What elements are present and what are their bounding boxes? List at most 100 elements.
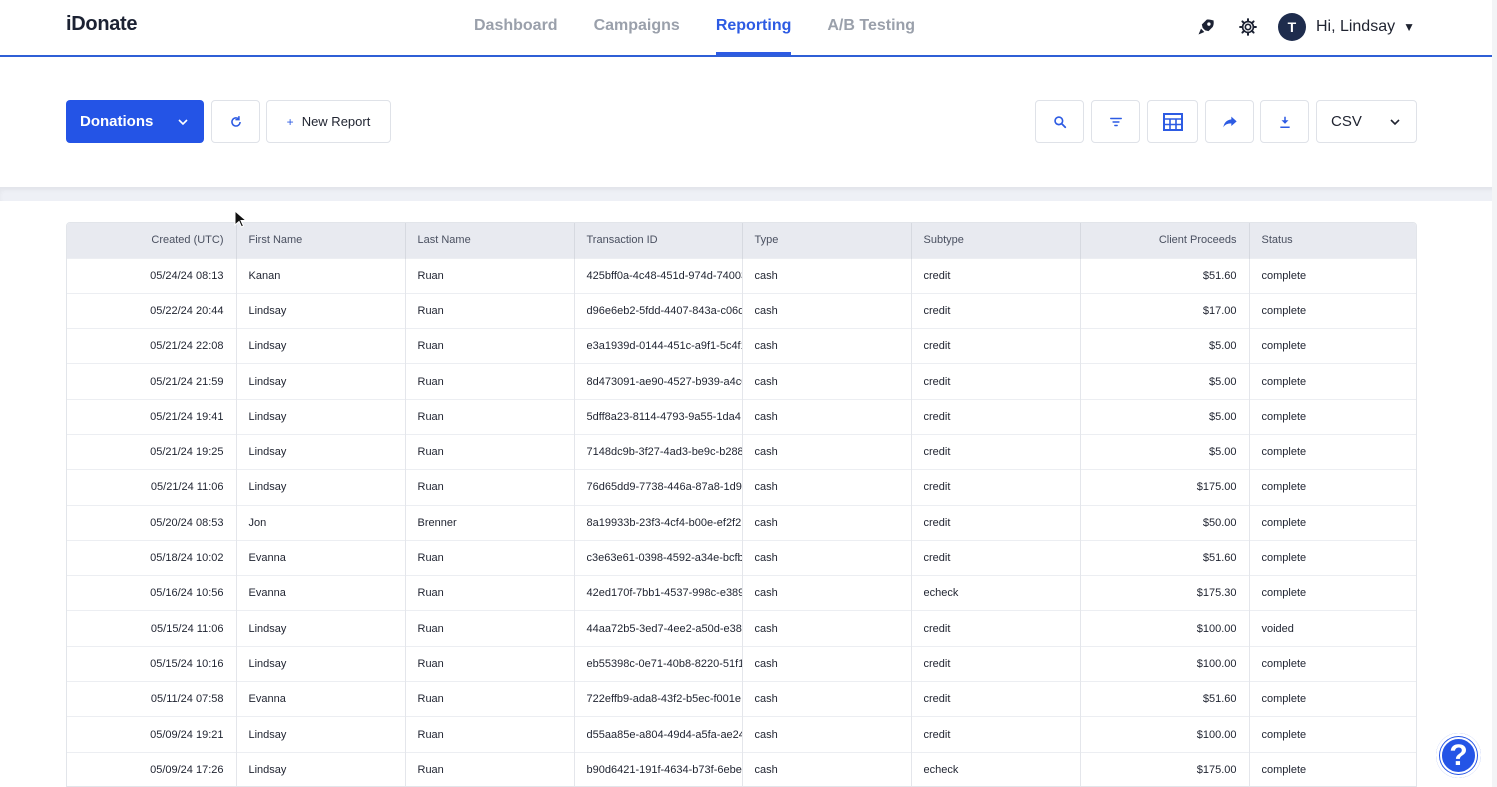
cell-status: complete	[1249, 716, 1416, 753]
table-row[interactable]: 05/16/24 10:56 Evanna Ruan 42ed170f-7bb1-45…	[67, 575, 1416, 611]
cell-type: cash	[742, 433, 912, 470]
mouse-pointer-icon	[234, 210, 246, 228]
cell-status: complete	[1249, 645, 1416, 682]
table-row[interactable]: 05/20/24 08:53 Jon Brenner 8a19933b-23f3-4c…	[67, 504, 1416, 541]
table-row[interactable]: 05/09/24 17:26 Lindsay Ruan b90d6421-191f-4…	[67, 751, 1416, 786]
cell-type: cash	[742, 575, 912, 611]
table-row[interactable]: 05/21/24 22:08 Lindsay Ruan e3a1939d-0144-4…	[67, 328, 1416, 364]
search-icon	[1053, 115, 1066, 128]
table-row[interactable]: 05/21/24 11:06 Lindsay Ruan 76d65dd9-7738-4…	[67, 469, 1416, 506]
download-icon	[1279, 116, 1290, 128]
cell-created: 05/22/24 20:44	[67, 292, 237, 329]
cell-client-proceeds: $100.00	[1080, 610, 1250, 647]
cell-subtype: credit	[911, 681, 1081, 717]
cell-first-name: Lindsay	[236, 292, 406, 329]
cell-type: cash	[742, 257, 912, 294]
cell-type: cash	[742, 398, 912, 435]
filter-icon	[1109, 117, 1122, 126]
column-header-transaction-id[interactable]: Transaction ID	[574, 223, 743, 258]
column-header-last-name[interactable]: Last Name	[405, 223, 575, 258]
report-type-dropdown[interactable]: Donations	[66, 100, 204, 143]
caret-down-icon: ▼	[1403, 20, 1415, 34]
table-row[interactable]: 05/15/24 11:06 Lindsay Ruan 44aa72b5-3ed7-4…	[67, 610, 1416, 647]
column-header-type[interactable]: Type	[742, 223, 912, 258]
cell-client-proceeds: $51.60	[1080, 681, 1250, 717]
cell-transaction-id: d96e6eb2-5fdd-4407-843a-c06d	[574, 292, 743, 329]
cell-status: complete	[1249, 575, 1416, 611]
nav-ab-testing[interactable]: A/B Testing	[827, 0, 915, 55]
cell-first-name: Lindsay	[236, 433, 406, 470]
avatar[interactable]: T	[1277, 13, 1306, 41]
search-button[interactable]	[1035, 100, 1084, 143]
cell-first-name: Lindsay	[236, 610, 406, 647]
cell-transaction-id: c3e63e61-0398-4592-a34e-bcfb	[574, 539, 743, 576]
cell-first-name: Lindsay	[236, 469, 406, 506]
nav-reporting[interactable]: Reporting	[715, 0, 791, 55]
cell-client-proceeds: $5.00	[1080, 328, 1250, 364]
cell-created: 05/20/24 08:53	[67, 504, 237, 541]
rocket-icon[interactable]	[1194, 15, 1218, 39]
cell-status: complete	[1249, 469, 1416, 506]
table-row[interactable]: 05/09/24 19:21 Lindsay Ruan d55aa85e-a804-4…	[67, 716, 1416, 753]
column-header-subtype[interactable]: Subtype	[911, 223, 1081, 258]
cell-transaction-id: 7148dc9b-3f27-4ad3-be9c-b288	[574, 433, 743, 470]
column-header-client-proceeds[interactable]: Client Proceeds	[1080, 223, 1250, 258]
help-button[interactable]: ?	[1436, 733, 1481, 778]
cell-first-name: Evanna	[236, 575, 406, 611]
cell-subtype: echeck	[911, 751, 1081, 786]
nav-campaigns[interactable]: Campaigns	[594, 0, 680, 55]
table-row[interactable]: 05/11/24 07:58 Evanna Ruan 722effb9-ada8-43…	[67, 681, 1416, 717]
gear-icon[interactable]	[1236, 15, 1260, 39]
cell-client-proceeds: $51.60	[1080, 539, 1250, 576]
cell-created: 05/21/24 21:59	[67, 363, 237, 400]
cell-transaction-id: 76d65dd9-7738-446a-87a8-1d9	[574, 469, 743, 506]
cell-last-name: Ruan	[405, 398, 575, 435]
page-scrollbar[interactable]	[1492, 0, 1497, 787]
cell-client-proceeds: $5.00	[1080, 363, 1250, 400]
cell-transaction-id: 42ed170f-7bb1-4537-998c-e389	[574, 575, 743, 611]
column-header-created[interactable]: Created (UTC)	[67, 223, 237, 258]
table-row[interactable]: 05/18/24 10:02 Evanna Ruan c3e63e61-0398-45…	[67, 539, 1416, 576]
share-button[interactable]	[1205, 100, 1254, 143]
cell-subtype: credit	[911, 469, 1081, 506]
cell-created: 05/21/24 11:06	[67, 469, 237, 506]
cell-last-name: Ruan	[405, 751, 575, 786]
column-header-first-name[interactable]: First Name	[236, 223, 406, 258]
table-header-row: Created (UTC) First Name Last Name Trans…	[67, 223, 1416, 258]
cell-subtype: credit	[911, 363, 1081, 400]
table-row[interactable]: 05/21/24 19:41 Lindsay Ruan 5dff8a23-8114-4…	[67, 398, 1416, 435]
report-table: Created (UTC) First Name Last Name Trans…	[66, 222, 1417, 787]
cell-created: 05/15/24 10:16	[67, 645, 237, 682]
cell-type: cash	[742, 292, 912, 329]
download-button[interactable]	[1260, 100, 1309, 143]
cell-subtype: credit	[911, 398, 1081, 435]
table-row[interactable]: 05/15/24 10:16 Lindsay Ruan eb55398c-0e71-4…	[67, 645, 1416, 682]
user-menu[interactable]: Hi, Lindsay ▼	[1316, 18, 1415, 36]
refresh-icon	[230, 115, 241, 127]
cell-client-proceeds: $50.00	[1080, 504, 1250, 541]
brand-logo[interactable]: iDonate	[66, 13, 138, 36]
table-row[interactable]: 05/21/24 21:59 Lindsay Ruan 8d473091-ae90-4…	[67, 363, 1416, 400]
refresh-button[interactable]	[211, 100, 260, 143]
table-row[interactable]: 05/22/24 20:44 Lindsay Ruan d96e6eb2-5fdd-4…	[67, 292, 1416, 329]
cell-first-name: Evanna	[236, 681, 406, 717]
user-tools: T Hi, Lindsay ▼	[1194, 12, 1415, 42]
export-format-label: CSV	[1331, 113, 1362, 130]
columns-button[interactable]	[1147, 100, 1198, 143]
export-format-dropdown[interactable]: CSV	[1316, 100, 1417, 143]
nav-dashboard[interactable]: Dashboard	[474, 0, 558, 55]
cell-transaction-id: 722effb9-ada8-43f2-b5ec-f001e	[574, 681, 743, 717]
table-row[interactable]: 05/21/24 19:25 Lindsay Ruan 7148dc9b-3f27-4…	[67, 433, 1416, 470]
cell-subtype: credit	[911, 257, 1081, 294]
column-header-status[interactable]: Status	[1249, 223, 1416, 258]
cell-last-name: Ruan	[405, 610, 575, 647]
new-report-button[interactable]: + New Report	[266, 100, 391, 143]
cell-subtype: credit	[911, 504, 1081, 541]
cell-client-proceeds: $100.00	[1080, 645, 1250, 682]
filter-button[interactable]	[1091, 100, 1140, 143]
cell-type: cash	[742, 610, 912, 647]
table-row[interactable]: 05/24/24 08:13 Kanan Ruan 425bff0a-4c48-451…	[67, 257, 1416, 294]
cell-status: complete	[1249, 751, 1416, 786]
cell-subtype: credit	[911, 716, 1081, 753]
cell-client-proceeds: $5.00	[1080, 398, 1250, 435]
